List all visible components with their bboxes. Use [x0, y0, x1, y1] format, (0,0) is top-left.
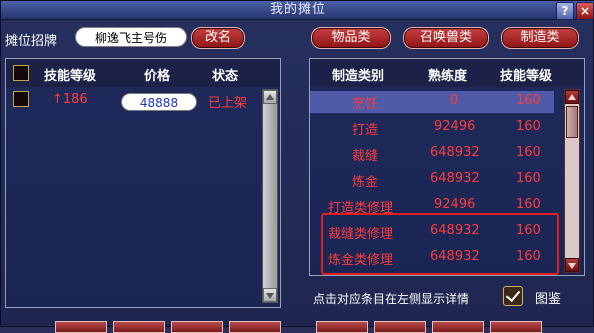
price-field[interactable]: 48888: [121, 93, 197, 111]
footer-button[interactable]: [490, 321, 542, 333]
scroll-up-icon[interactable]: [263, 90, 277, 104]
hint-text: 点击对应条目在左侧显示详情: [313, 292, 470, 306]
scroll-thumb[interactable]: [566, 106, 578, 138]
header-skill-level: 技能等级: [500, 69, 553, 84]
scroll-up-icon[interactable]: [565, 90, 579, 104]
row-proficiency: 92496: [434, 197, 476, 212]
footer-button[interactable]: [55, 321, 107, 333]
illustration-checkbox[interactable]: [503, 286, 523, 306]
row-category: 烹饪: [352, 97, 379, 112]
row-status: 已上架: [208, 96, 248, 111]
titlebar[interactable]: 我的摊位 ? ×: [1, 1, 594, 20]
stall-sign-row: 摊位招牌 柳逸飞主号伤 改名 物品类 召唤兽类 制造类: [1, 25, 593, 53]
row-proficiency: 648932: [430, 171, 480, 186]
header-status: 状态: [212, 69, 239, 84]
scroll-down-icon[interactable]: [565, 258, 579, 272]
footer-button[interactable]: [171, 321, 223, 333]
highlight-annotation: [321, 213, 559, 275]
crafting-row[interactable]: 打造 92496 160: [310, 117, 554, 139]
select-all-checkbox[interactable]: [13, 65, 29, 81]
crafting-row[interactable]: 裁缝 648932 160: [310, 143, 554, 165]
right-header: 制造类别 熟练度 技能等级: [310, 59, 584, 87]
tab-summons[interactable]: 召唤兽类: [403, 27, 489, 49]
row-skill-level: 160: [516, 145, 541, 160]
stall-name-field[interactable]: 柳逸飞主号伤: [75, 27, 187, 47]
row-skill-level: 160: [516, 197, 541, 212]
footer-button[interactable]: [316, 321, 368, 333]
header-price: 价格: [144, 69, 171, 84]
row-category: 裁缝: [352, 149, 379, 164]
footer-button[interactable]: [374, 321, 426, 333]
row-skill-level: 160: [516, 93, 541, 108]
check-icon: [505, 286, 521, 303]
crafting-row[interactable]: 炼金 648932 160: [310, 169, 554, 191]
footer-button[interactable]: [432, 321, 484, 333]
rename-button[interactable]: 改名: [191, 27, 245, 49]
window-title: 我的摊位: [269, 2, 326, 17]
row-checkbox[interactable]: [13, 91, 29, 107]
row-skill-level: ↑186: [52, 92, 88, 107]
my-stall-window: 我的摊位 ? × 摊位招牌 柳逸飞主号伤 改名 物品类 召唤兽类 制造类 技能等…: [0, 0, 594, 333]
stall-sign-label: 摊位招牌: [5, 34, 58, 49]
tab-items[interactable]: 物品类: [311, 27, 391, 49]
row-proficiency: 648932: [430, 145, 480, 160]
illustration-label: 图鉴: [535, 292, 562, 307]
help-icon[interactable]: ?: [556, 2, 574, 20]
row-skill-level: 160: [516, 171, 541, 186]
row-proficiency: 92496: [434, 119, 476, 134]
right-scrollbar[interactable]: [564, 89, 580, 273]
row-category: 打造: [352, 123, 379, 138]
header-skill-level: 技能等级: [44, 69, 97, 84]
tab-crafting[interactable]: 制造类: [501, 27, 579, 49]
scroll-down-icon[interactable]: [263, 288, 277, 302]
row-skill-level: 160: [516, 119, 541, 134]
footer-button[interactable]: [113, 321, 165, 333]
row-proficiency: 0: [450, 93, 459, 108]
row-category: 炼金: [352, 175, 379, 190]
close-icon[interactable]: ×: [576, 2, 594, 20]
header-category: 制造类别: [332, 69, 385, 84]
footer-button[interactable]: [229, 321, 281, 333]
left-scrollbar[interactable]: [262, 89, 278, 303]
left-header: 技能等级 价格 状态: [6, 59, 280, 87]
header-proficiency: 熟练度: [428, 69, 468, 84]
crafting-row-selected[interactable]: 烹饪 0 160: [310, 91, 554, 113]
